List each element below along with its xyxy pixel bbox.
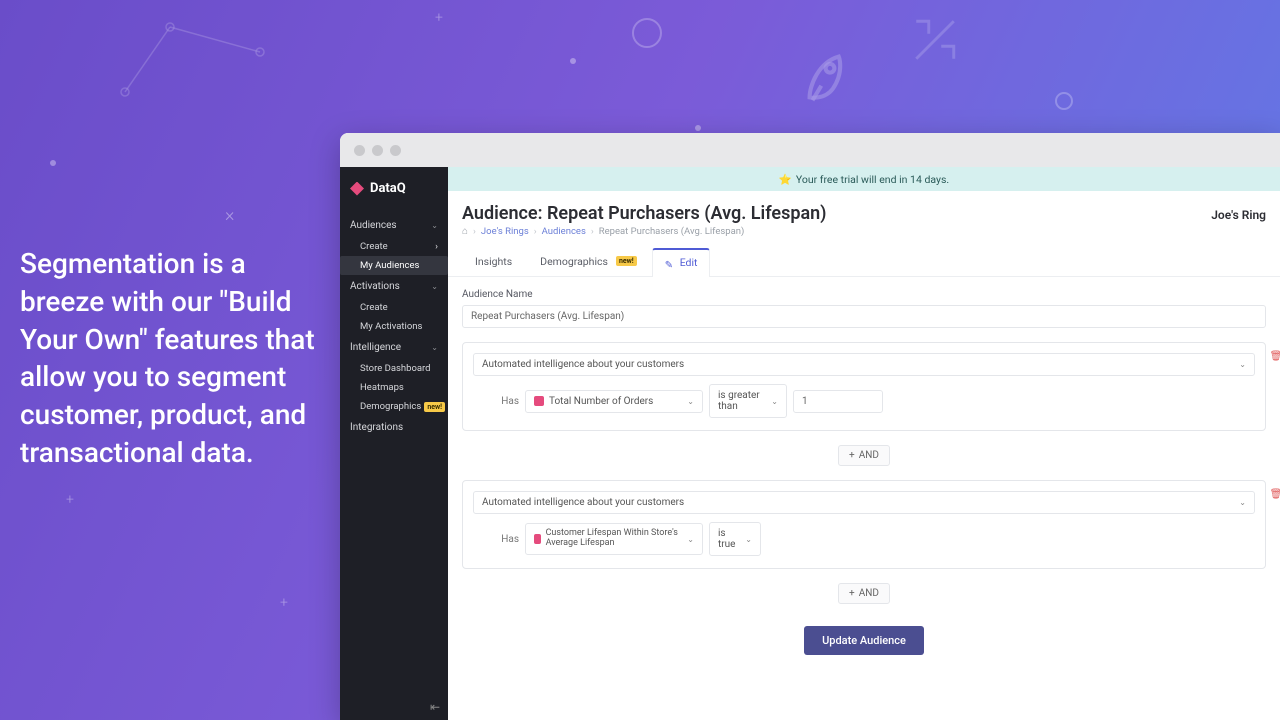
content-area: ⭐ Your free trial will end in 14 days. A… bbox=[448, 167, 1280, 720]
nav-demographics[interactable]: Demographics new! bbox=[340, 397, 448, 416]
nav-activations-label: Activations bbox=[350, 281, 400, 292]
nav-intelligence[interactable]: Intelligence ⌄ bbox=[340, 336, 448, 359]
rule-operator-select[interactable]: is true ⌄ bbox=[709, 522, 761, 556]
nav-audiences[interactable]: Audiences ⌄ bbox=[340, 214, 448, 237]
crumb-store[interactable]: Joe's Rings bbox=[481, 226, 529, 237]
nav-store-dashboard[interactable]: Store Dashboard bbox=[340, 359, 448, 378]
page-title: Audience: Repeat Purchasers (Avg. Lifesp… bbox=[462, 203, 827, 224]
brand-icon bbox=[350, 182, 364, 196]
nav-intelligence-label: Intelligence bbox=[350, 342, 401, 353]
tab-insights[interactable]: Insights bbox=[462, 247, 525, 276]
nav-my-activations[interactable]: My Activations bbox=[340, 317, 448, 336]
plus-icon: + bbox=[849, 588, 855, 599]
attr-icon bbox=[534, 396, 544, 406]
chevron-down-icon: ⌄ bbox=[1239, 498, 1246, 507]
rule-attribute-select[interactable]: Total Number of Orders ⌄ bbox=[525, 390, 703, 413]
nav-integrations[interactable]: Integrations bbox=[340, 416, 448, 439]
rule-value-input[interactable] bbox=[793, 390, 883, 413]
rule-group-1: 🗑 Automated intelligence about your cust… bbox=[462, 342, 1266, 431]
rule-source-select[interactable]: Automated intelligence about your custom… bbox=[473, 353, 1255, 376]
chevron-down-icon: ⌄ bbox=[687, 535, 694, 544]
trial-text: Your free trial will end in 14 days. bbox=[796, 173, 949, 186]
new-badge: new! bbox=[616, 256, 637, 266]
chevron-down-icon: ⌄ bbox=[687, 397, 694, 406]
chevron-down-icon: ⌄ bbox=[431, 343, 438, 352]
nav-audiences-label: Audiences bbox=[350, 220, 397, 231]
trial-banner: ⭐ Your free trial will end in 14 days. bbox=[448, 167, 1280, 191]
chevron-down-icon: ⌄ bbox=[745, 535, 752, 544]
collapse-sidebar-icon[interactable]: ⇤ bbox=[430, 700, 440, 714]
nav-activations[interactable]: Activations ⌄ bbox=[340, 275, 448, 298]
crumb-audiences[interactable]: Audiences bbox=[542, 226, 586, 237]
tab-edit[interactable]: Edit bbox=[652, 248, 711, 277]
attr-icon bbox=[534, 534, 541, 544]
rule-source-select[interactable]: Automated intelligence about your custom… bbox=[473, 491, 1255, 514]
store-name: Joe's Ring bbox=[1211, 208, 1266, 222]
nav-heatmaps[interactable]: Heatmaps bbox=[340, 378, 448, 397]
and-button[interactable]: +AND bbox=[838, 583, 890, 604]
star-icon: ⭐ bbox=[779, 173, 792, 186]
new-badge: new! bbox=[424, 402, 445, 412]
and-button[interactable]: +AND bbox=[838, 445, 890, 466]
rule-group-2: 🗑 Automated intelligence about your cust… bbox=[462, 480, 1266, 569]
sidebar: DataQ Audiences ⌄ Create › My Audiences … bbox=[340, 167, 448, 720]
window-max-dot[interactable] bbox=[390, 145, 401, 156]
nav-audiences-create[interactable]: Create › bbox=[340, 237, 448, 256]
update-audience-button[interactable]: Update Audience bbox=[804, 626, 924, 655]
crumb-current: Repeat Purchasers (Avg. Lifespan) bbox=[599, 226, 745, 237]
tab-demographics[interactable]: Demographics new! bbox=[527, 247, 650, 276]
window-min-dot[interactable] bbox=[372, 145, 383, 156]
rule-attribute-select[interactable]: Customer Lifespan Within Store's Average… bbox=[525, 523, 703, 555]
pencil-icon bbox=[665, 258, 675, 268]
chevron-down-icon: ⌄ bbox=[1239, 360, 1246, 369]
brand-label: DataQ bbox=[370, 181, 406, 196]
chevron-down-icon: ⌄ bbox=[771, 397, 778, 406]
tabs: Insights Demographics new! Edit bbox=[448, 247, 1280, 277]
brand-logo[interactable]: DataQ bbox=[340, 167, 448, 214]
nav-integrations-label: Integrations bbox=[350, 422, 403, 433]
has-label: Has bbox=[483, 396, 519, 407]
has-label: Has bbox=[483, 534, 519, 545]
breadcrumb: › Joe's Rings › Audiences › Repeat Purch… bbox=[448, 226, 1280, 247]
browser-window: DataQ Audiences ⌄ Create › My Audiences … bbox=[340, 133, 1280, 720]
rule-operator-select[interactable]: is greater than ⌄ bbox=[709, 384, 787, 418]
plus-icon: + bbox=[849, 450, 855, 461]
window-close-dot[interactable] bbox=[354, 145, 365, 156]
audience-name-label: Audience Name bbox=[462, 289, 1266, 300]
delete-rule-icon[interactable]: 🗑 bbox=[1269, 489, 1280, 503]
chevron-right-icon: › bbox=[435, 241, 438, 252]
nav-activations-create[interactable]: Create bbox=[340, 298, 448, 317]
window-titlebar bbox=[340, 133, 1280, 167]
audience-name-input[interactable] bbox=[462, 305, 1266, 328]
audience-form: Audience Name 🗑 Automated intelligence a… bbox=[448, 277, 1280, 667]
delete-rule-icon[interactable]: 🗑 bbox=[1269, 351, 1280, 365]
home-icon[interactable] bbox=[462, 226, 468, 237]
chevron-down-icon: ⌄ bbox=[431, 221, 438, 230]
nav-my-audiences[interactable]: My Audiences bbox=[340, 256, 448, 275]
hero-text: Segmentation is a breeze with our "Build… bbox=[20, 245, 330, 472]
chevron-down-icon: ⌄ bbox=[431, 282, 438, 291]
